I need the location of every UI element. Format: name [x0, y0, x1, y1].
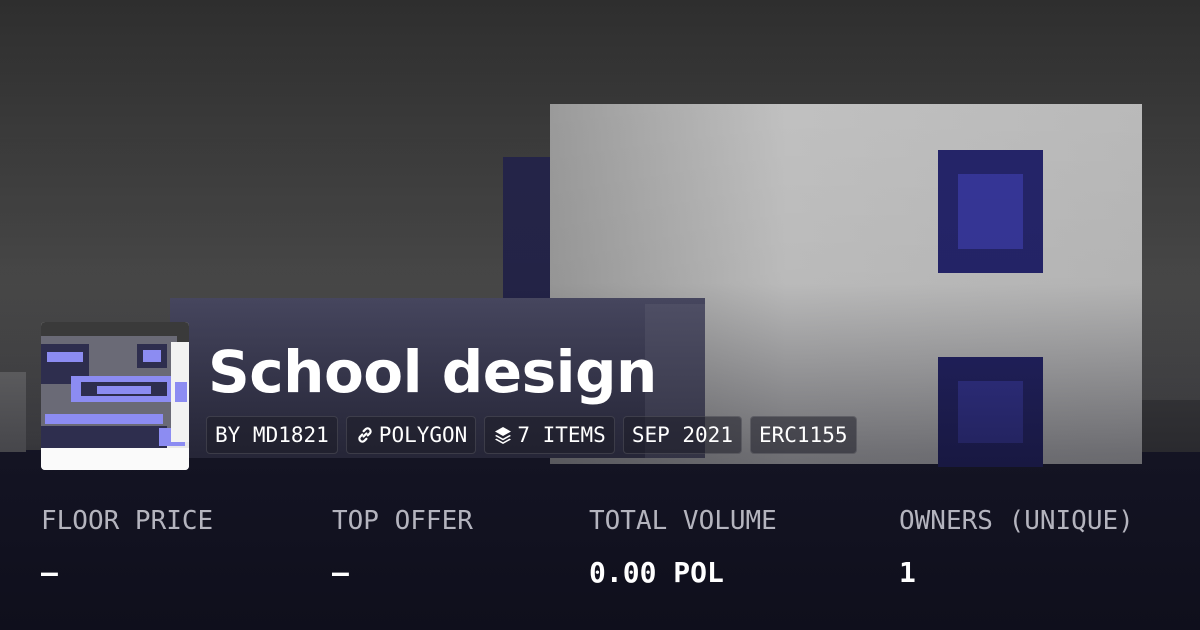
collection-thumbnail[interactable]: [41, 322, 189, 470]
stat-owners-value: 1: [899, 556, 916, 589]
chain-chip[interactable]: POLYGON: [345, 416, 477, 454]
stat-total-volume-value: 0.00 POL: [589, 556, 724, 589]
collection-meta-chips: BY MD1821 POLYGON 7 ITEMS SEP 2021 ERC11…: [206, 416, 857, 454]
collection-stats: FLOOR PRICE – TOP OFFER – TOTAL VOLUME 0…: [0, 503, 1200, 603]
creator-chip-label: BY MD1821: [215, 423, 329, 447]
date-chip-label: SEP 2021: [631, 423, 733, 447]
stat-top-offer-value: –: [332, 556, 349, 589]
stat-top-offer-label: TOP OFFER: [332, 506, 473, 536]
stat-total-volume: TOTAL VOLUME 0.00 POL: [589, 503, 777, 593]
chain-chip-label: POLYGON: [378, 423, 468, 447]
standard-chip-label: ERC1155: [758, 423, 848, 447]
stat-owners-label: OWNERS (UNIQUE): [899, 506, 1134, 536]
items-chip-label: 7 ITEMS: [517, 423, 606, 447]
collection-title: School design: [208, 338, 657, 406]
items-chip[interactable]: 7 ITEMS: [484, 416, 615, 454]
stat-floor-price-value: –: [41, 556, 58, 589]
stat-total-volume-label: TOTAL VOLUME: [589, 506, 777, 536]
standard-chip: ERC1155: [749, 416, 857, 454]
stat-floor-price: FLOOR PRICE –: [41, 503, 213, 593]
date-chip: SEP 2021: [622, 416, 742, 454]
layers-icon: [493, 425, 513, 445]
stat-owners: OWNERS (UNIQUE) 1: [899, 503, 1134, 593]
stat-floor-price-label: FLOOR PRICE: [41, 506, 214, 536]
stat-top-offer: TOP OFFER –: [332, 503, 473, 593]
link-icon: [355, 425, 375, 445]
creator-chip[interactable]: BY MD1821: [206, 416, 338, 454]
